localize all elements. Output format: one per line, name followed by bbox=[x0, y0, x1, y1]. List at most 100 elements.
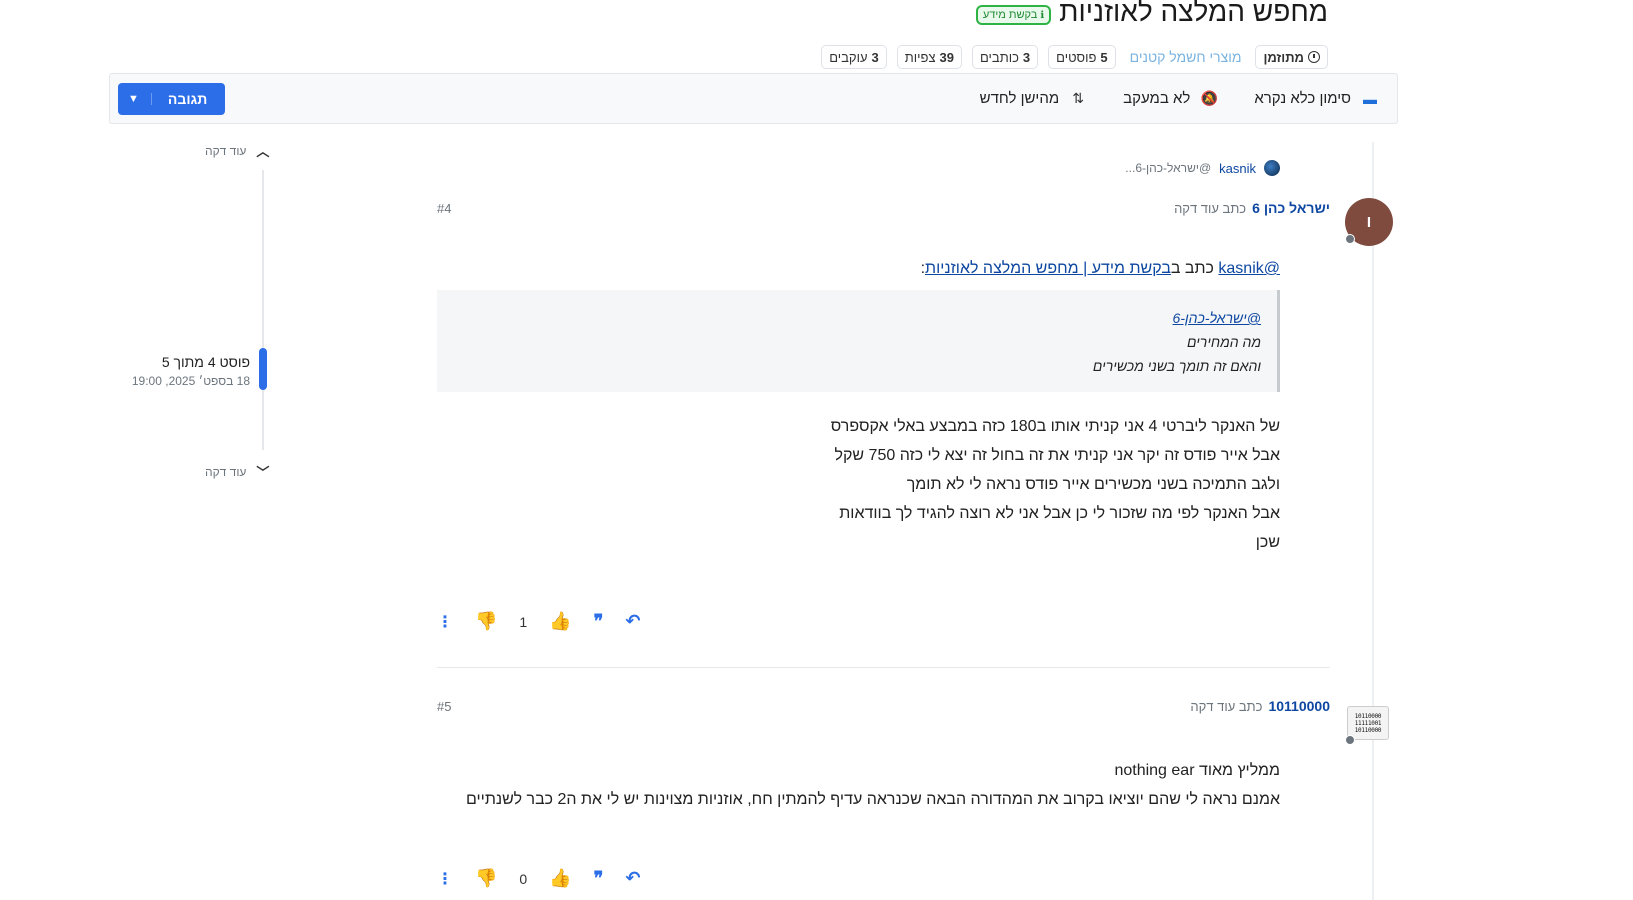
vote-count[interactable]: 0 bbox=[519, 871, 527, 887]
chevron-up-icon: ︿ bbox=[256, 144, 270, 159]
timeline-track[interactable] bbox=[262, 170, 264, 450]
page-title: מחפש המלצה לאוזניות bbox=[1059, 0, 1328, 27]
mark-unread-label: סימון כלא נקרא bbox=[1254, 90, 1351, 107]
blockquote-mention[interactable]: @ישראל-כהן-6 bbox=[453, 306, 1261, 330]
timeline-bottom[interactable]: ﹀ עוד דקה bbox=[205, 462, 269, 481]
views-count-pill: 39 צפיות bbox=[896, 45, 962, 69]
timeline-top-label: עוד דקה bbox=[205, 143, 247, 158]
chevron-down-icon: ﹀ bbox=[256, 465, 270, 480]
parent-mention: @ישראל-כהן-6... bbox=[1125, 161, 1212, 175]
topic-title-row: מחפש המלצה לאוזניות ℹ בקשת מידע bbox=[975, 0, 1328, 30]
post-divider bbox=[437, 667, 1330, 668]
post-line: שכן bbox=[1255, 534, 1280, 551]
posts-count-pill: 5 פוסטים bbox=[1048, 45, 1116, 69]
watch-button[interactable]: 🔕 לא במעקב bbox=[1123, 90, 1218, 107]
posts-label: פוסטים bbox=[1056, 49, 1097, 65]
post-body: @kasnik כתב בבקשת מידע | מחפש המלצה לאוז… bbox=[437, 258, 1280, 557]
more-options-icon[interactable]: ⋮ bbox=[437, 612, 453, 632]
topic-toolbar: ▬ סימון כלא נקרא 🔕 לא במעקב ⇅ מהישן לחדש… bbox=[109, 73, 1398, 124]
avatar-line: 11111001 bbox=[1354, 719, 1382, 727]
post-number[interactable]: #4 bbox=[437, 201, 451, 216]
post-actions: ⋮ 👎 0 👍 ❞ ↶ bbox=[437, 868, 640, 889]
sort-icon: ⇅ bbox=[1072, 90, 1085, 106]
parent-username[interactable]: kasnik bbox=[1219, 161, 1256, 176]
post-line: של האנקר ליברטי 4 אני קניתי אותו ב180 כז… bbox=[830, 418, 1280, 435]
thumbs-down-icon[interactable]: 👎 bbox=[475, 611, 497, 632]
views-label: צפיות bbox=[904, 49, 936, 65]
post-line: אמנם נראה לי שהם יוציאו בקרוב את המהדורה… bbox=[465, 791, 1280, 808]
timeline-position: פוסט 4 מתוך 5 18 בספט׳ 2025, 19:00 bbox=[128, 354, 250, 388]
post-line: ממליץ מאוד nothing ear bbox=[1114, 762, 1280, 779]
post-meta: כתב עוד דקה bbox=[1190, 698, 1263, 714]
blockquote: @ישראל-כהן-6 מה המחירים והאם זה תומך בשנ… bbox=[437, 290, 1280, 392]
post-meta: כתב עוד דקה bbox=[1174, 200, 1247, 216]
scheduled-label: מתוזמן bbox=[1263, 49, 1304, 65]
timeline-date: 18 בספט׳ 2025, 19:00 bbox=[131, 374, 250, 388]
blockquote-line: מה המחירים bbox=[1186, 334, 1261, 350]
timeline-index: פוסט 4 מתוך 5 bbox=[161, 354, 250, 370]
post-line: אבל האנקר לפי מה שזכור לי כן אבל אני לא … bbox=[839, 505, 1280, 522]
avatar[interactable]: 10110000 11111001 10110000 bbox=[1347, 706, 1389, 740]
reply-icon[interactable]: ↶ bbox=[625, 868, 640, 889]
quote-icon[interactable]: ❞ bbox=[594, 868, 604, 889]
category-badge-label: בקשת מידע bbox=[982, 9, 1038, 21]
quote-mention-link[interactable]: @kasnik bbox=[1218, 260, 1280, 277]
timeline-bottom-label: עוד דקה bbox=[205, 464, 247, 479]
quote-icon[interactable]: ❞ bbox=[594, 611, 604, 632]
post-line: אבל אייר פודס זה יקר אני קניתי את זה בחו… bbox=[834, 447, 1281, 464]
thread-line bbox=[1372, 142, 1374, 900]
post-number[interactable]: #5 bbox=[437, 699, 451, 714]
views-count: 39 bbox=[939, 49, 954, 65]
timeline-top[interactable]: ︿ עוד דקה bbox=[205, 141, 269, 160]
followers-label: עוקבים bbox=[829, 49, 868, 65]
parent-post-ref[interactable]: kasnik @ישראל-כהן-6... bbox=[1125, 160, 1280, 176]
topic-stats: מתוזמן מוצרי חשמל קטנים 5 פוסטים 3 כותבי… bbox=[821, 45, 1328, 69]
followers-count-pill: 3 עוקבים bbox=[821, 45, 887, 69]
post-text: של האנקר ליברטי 4 אני קניתי אותו ב180 כז… bbox=[437, 412, 1280, 557]
post-actions: ⋮ 👎 1 👍 ❞ ↶ bbox=[437, 611, 640, 632]
scheduled-pill[interactable]: מתוזמן bbox=[1255, 45, 1328, 69]
offline-status-icon bbox=[1345, 735, 1355, 745]
quote-wrote-in: כתב ב bbox=[1170, 260, 1214, 277]
avatar-line: 10110000 bbox=[1354, 712, 1382, 720]
bell-off-icon: 🔕 bbox=[1200, 90, 1219, 106]
thumbs-up-icon[interactable]: 👍 bbox=[549, 611, 571, 632]
writers-count-pill: 3 כותבים bbox=[972, 45, 1039, 69]
post-5: 10110000 כתב עוד דקה #5 ממליץ מאוד nothi… bbox=[437, 696, 1330, 900]
quote-topic-link[interactable]: בקשת מידע | מחפש המלצה לאוזניות bbox=[925, 260, 1171, 277]
posts-count: 5 bbox=[1100, 49, 1108, 65]
post-body: ממליץ מאוד nothing ear אמנם נראה לי שהם … bbox=[437, 756, 1280, 814]
post-line: ולגב התמיכה בשני מכשירים אייר פודס נראה … bbox=[906, 476, 1280, 493]
reply-button[interactable]: תגובה bbox=[152, 91, 225, 107]
vote-count[interactable]: 1 bbox=[519, 614, 527, 630]
timeline-handle[interactable] bbox=[259, 348, 267, 390]
chevron-down-icon[interactable]: ▼ bbox=[118, 92, 152, 105]
writers-label: כותבים bbox=[980, 49, 1019, 65]
clock-icon bbox=[1308, 51, 1320, 63]
category-link[interactable]: מוצרי חשמל קטנים bbox=[1126, 49, 1246, 65]
sort-button[interactable]: ⇅ מהישן לחדש bbox=[980, 90, 1088, 107]
parent-avatar bbox=[1264, 160, 1280, 176]
toolbar-actions: ▬ סימון כלא נקרא 🔕 לא במעקב ⇅ מהישן לחדש bbox=[980, 90, 1379, 107]
inbox-icon: ▬ bbox=[1363, 90, 1377, 107]
category-badge[interactable]: ℹ בקשת מידע bbox=[975, 5, 1052, 25]
thumbs-down-icon[interactable]: 👎 bbox=[475, 868, 497, 889]
post-author[interactable]: ישראל כהן 6 bbox=[1252, 200, 1330, 216]
avatar-line: 10110000 bbox=[1354, 726, 1382, 734]
sort-label: מהישן לחדש bbox=[979, 90, 1060, 107]
reply-split-button: תגובה ▼ bbox=[118, 82, 226, 115]
mark-unread-button[interactable]: ▬ סימון כלא נקרא bbox=[1254, 90, 1379, 107]
quote-intro: @kasnik כתב בבקשת מידע | מחפש המלצה לאוז… bbox=[437, 258, 1280, 280]
post-author[interactable]: 10110000 bbox=[1268, 698, 1330, 714]
post-4: ישראל כהן 6 כתב עוד דקה #4 @kasnik כתב ב… bbox=[437, 198, 1330, 668]
followers-count: 3 bbox=[871, 49, 879, 65]
writers-count: 3 bbox=[1022, 49, 1031, 65]
reply-icon[interactable]: ↶ bbox=[625, 611, 640, 632]
thumbs-up-icon[interactable]: 👍 bbox=[549, 868, 571, 889]
offline-status-icon bbox=[1345, 234, 1355, 244]
post-header: ישראל כהן 6 כתב עוד דקה #4 bbox=[437, 198, 1330, 218]
blockquote-line: והאם זה תומך בשני מכשירים bbox=[1092, 358, 1261, 374]
watch-label: לא במעקב bbox=[1123, 90, 1191, 107]
more-options-icon[interactable]: ⋮ bbox=[437, 869, 453, 889]
info-icon: ℹ bbox=[1040, 9, 1045, 21]
